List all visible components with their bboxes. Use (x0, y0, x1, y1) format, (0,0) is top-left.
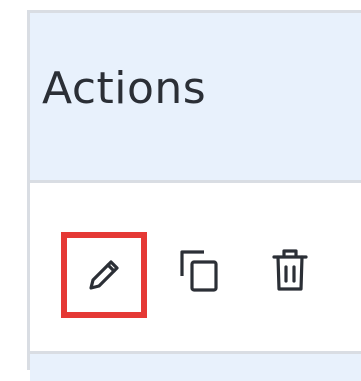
edit-button[interactable] (61, 232, 147, 318)
edit-icon (89, 260, 119, 290)
copy-icon (180, 250, 218, 292)
table-top-edge (0, 0, 361, 8)
copy-button[interactable] (170, 240, 228, 302)
actions-header-label: Actions (42, 63, 207, 114)
delete-button[interactable] (262, 240, 318, 302)
delete-icon (272, 249, 308, 291)
table-row-next (30, 354, 361, 381)
actions-column: Actions (0, 0, 361, 381)
